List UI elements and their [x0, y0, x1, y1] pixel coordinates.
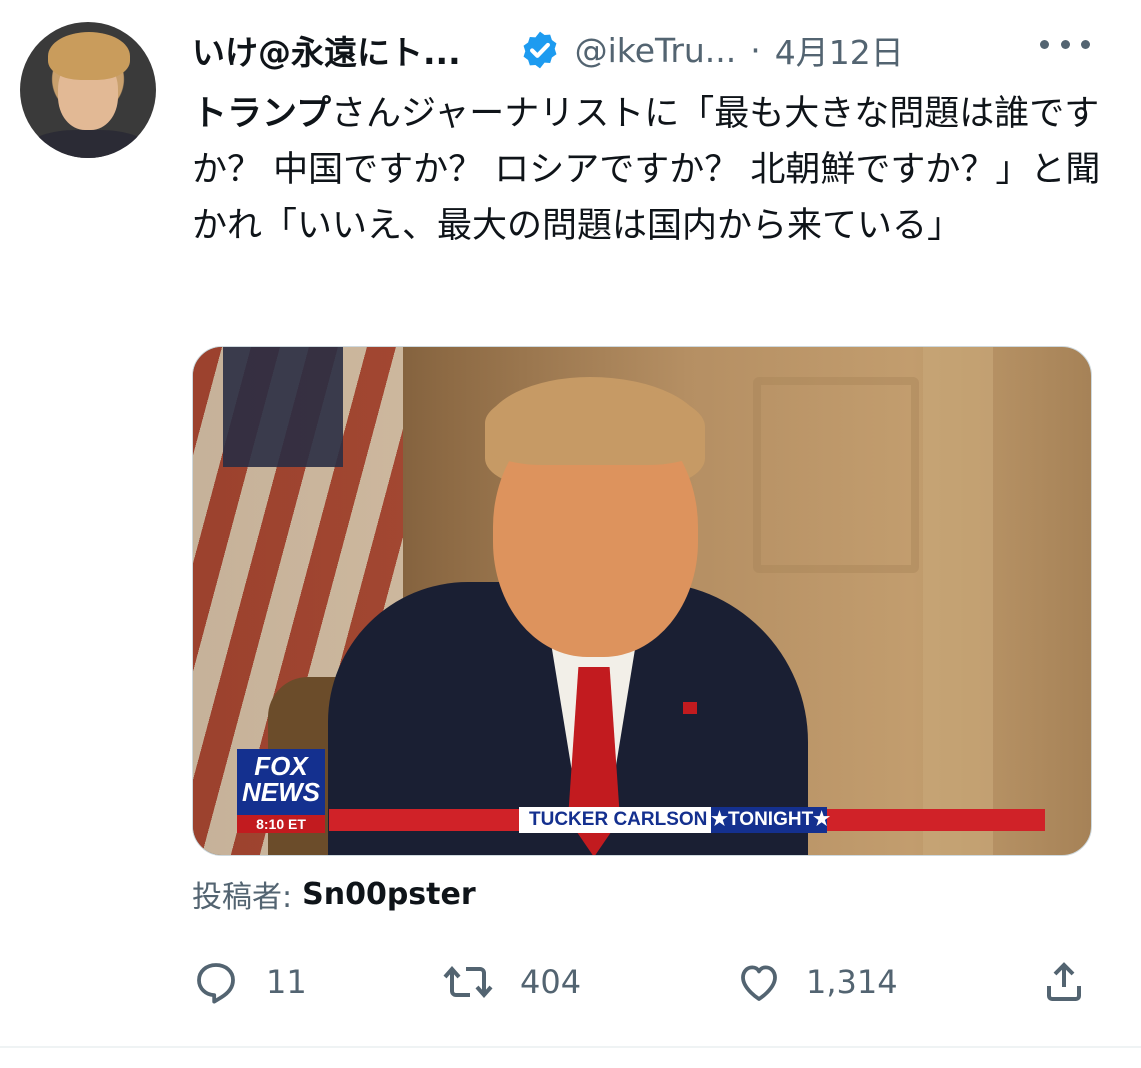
- tweet-text-bold[interactable]: トランプ: [192, 94, 331, 134]
- share-icon: [1047, 962, 1081, 1001]
- author-name[interactable]: いけ@永遠にト...: [192, 26, 461, 74]
- attribution-user[interactable]: Sn00pster: [302, 877, 476, 912]
- like-count: 1,314: [806, 963, 898, 1001]
- attribution-label: 投稿者:: [192, 880, 293, 915]
- broadcast-time: 8:10 ET: [237, 815, 325, 833]
- show-tag: ★TONIGHT★: [711, 807, 830, 833]
- lower-third-bar: TUCKER CARLSON ★TONIGHT★: [329, 807, 1045, 833]
- reply-count: 11: [266, 963, 307, 1001]
- media-attribution: 投稿者: Sn00pster: [192, 872, 476, 916]
- tweet-header: いけ@永遠にト... @ikeTru... · 4月12日: [192, 26, 904, 74]
- retweet-icon: [443, 965, 493, 999]
- fox-news-logo: FOX NEWS 8:10 ET: [237, 749, 325, 833]
- retweet-count: 404: [520, 963, 582, 1001]
- verified-badge-icon: [523, 31, 557, 69]
- avatar[interactable]: [20, 22, 156, 158]
- like-button[interactable]: 1,314: [734, 958, 898, 1006]
- separator-dot: ·: [750, 30, 761, 70]
- reply-button[interactable]: 11: [192, 958, 307, 1006]
- divider: [0, 1046, 1141, 1048]
- retweet-button[interactable]: 404: [440, 958, 581, 1006]
- tweet-media-video[interactable]: FOX NEWS 8:10 ET TUCKER CARLSON ★TONIGHT…: [192, 346, 1092, 856]
- tweet-date[interactable]: 4月12日: [775, 26, 904, 74]
- action-bar: 11 404 1,314: [0, 958, 1141, 1012]
- author-handle[interactable]: @ikeTru...: [575, 31, 737, 70]
- reply-icon: [197, 963, 235, 1004]
- fox-logo-line2: NEWS: [242, 777, 320, 807]
- tweet-text: トランプさんジャーナリストに「最も大きな問題は誰ですか？ 中国ですか？ ロシアで…: [192, 86, 1102, 254]
- fox-logo-line1: FOX: [254, 751, 308, 781]
- share-button[interactable]: [1040, 958, 1088, 1006]
- more-icon[interactable]: [1040, 40, 1090, 56]
- like-icon: [741, 965, 777, 1001]
